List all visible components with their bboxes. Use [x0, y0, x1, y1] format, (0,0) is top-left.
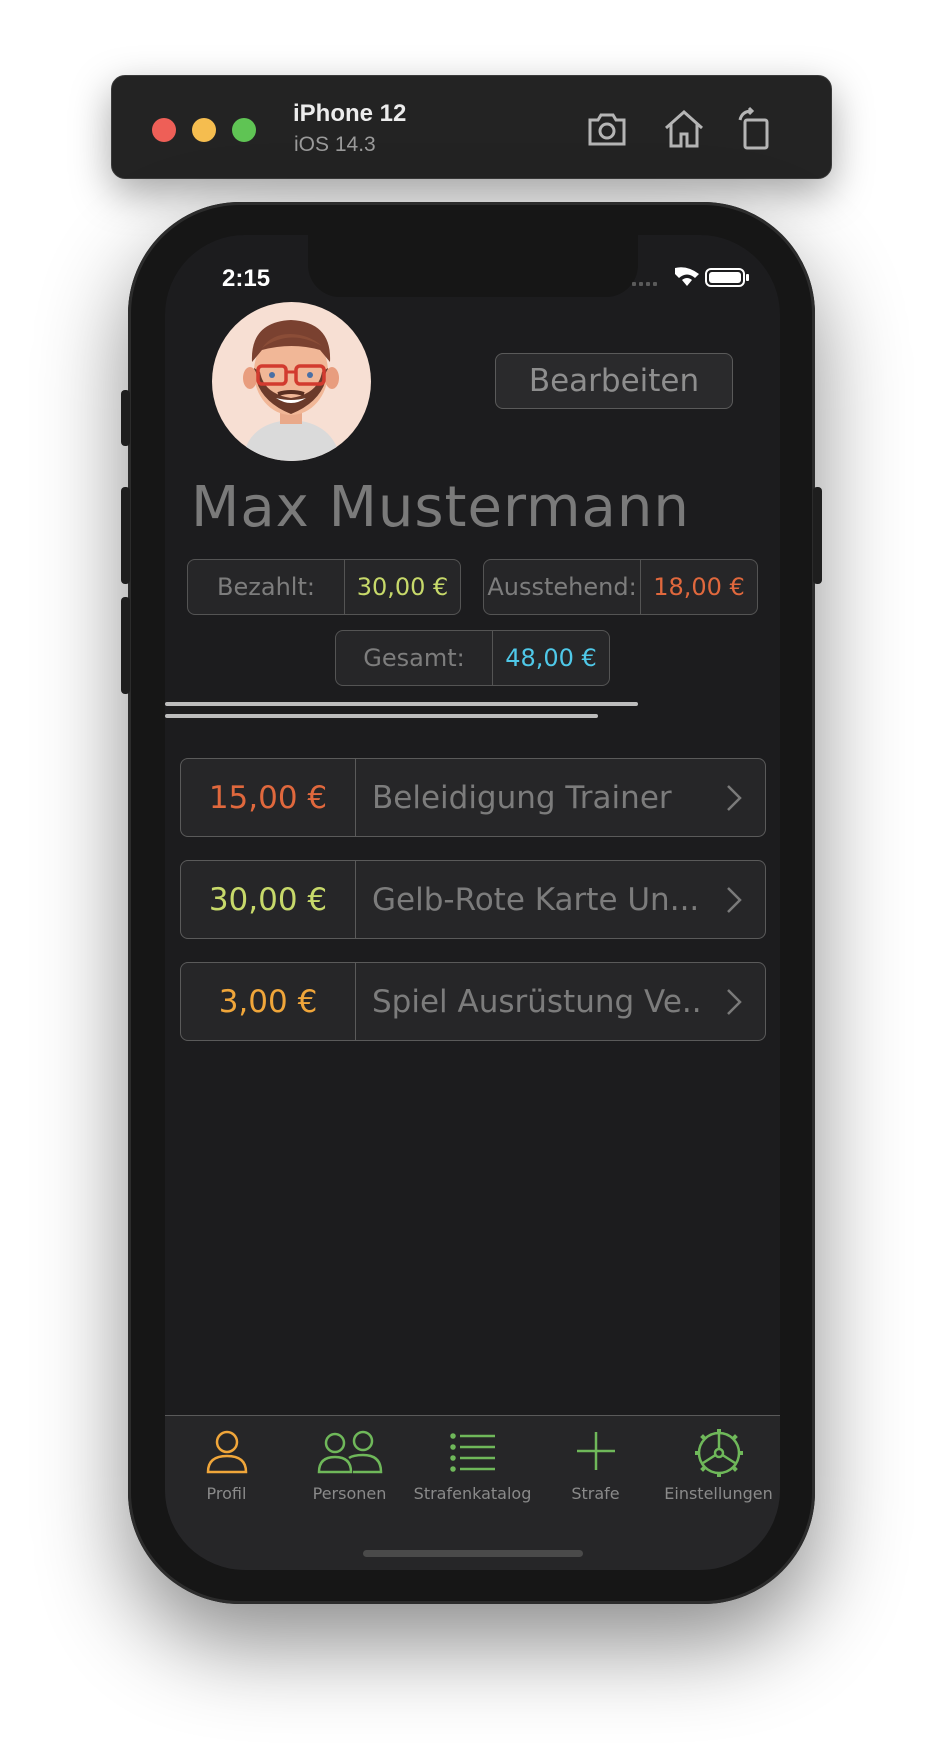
home-icon[interactable]	[661, 106, 707, 152]
tab-strafenkatalog[interactable]: Strafenkatalog	[411, 1428, 534, 1503]
paid-value: 30,00 €	[356, 573, 449, 601]
fine-reason: Spiel Ausrüstung Ve...	[372, 983, 703, 1020]
settings-icon	[694, 1429, 743, 1477]
tab-profil[interactable]: Profil	[165, 1428, 288, 1503]
volume-down-button	[121, 597, 130, 694]
simulator-toolbar: iPhone 12 iOS 14.3	[111, 75, 832, 179]
chevron-right-icon	[703, 861, 765, 938]
battery-icon	[705, 268, 749, 287]
outstanding-label: Ausstehend:	[484, 560, 641, 614]
tab-strafe[interactable]: Strafe	[534, 1428, 657, 1503]
zoom-window-button[interactable]	[232, 118, 256, 142]
outstanding-amount-box: Ausstehend: 18,00 €	[483, 559, 758, 615]
fine-reason: Gelb-Rote Karte Un...	[372, 881, 700, 918]
app-screen: 2:15 Bearbeiten Max Mustermann Bezahlt: …	[165, 235, 780, 1570]
edit-button[interactable]: Bearbeiten	[495, 353, 733, 409]
fine-reason: Beleidigung Trainer	[372, 779, 672, 816]
plus-icon	[576, 1432, 615, 1470]
home-indicator	[363, 1550, 583, 1557]
tab-label: Profil	[206, 1484, 247, 1503]
fine-amount: 15,00 €	[181, 759, 356, 836]
tab-bar: Profil Personen Strafenkatalog Strafe Ei…	[165, 1415, 780, 1570]
close-window-button[interactable]	[152, 118, 176, 142]
power-button	[813, 487, 822, 584]
status-time: 2:15	[222, 265, 271, 292]
avatar[interactable]	[212, 302, 371, 461]
fine-row[interactable]: 30,00 € Gelb-Rote Karte Un...	[180, 860, 766, 939]
paid-amount-box: Bezahlt: 30,00 €	[187, 559, 461, 615]
total-value: 48,00 €	[505, 644, 597, 672]
tab-label: Strafenkatalog	[413, 1484, 532, 1503]
tab-label: Strafe	[571, 1484, 620, 1503]
fine-row[interactable]: 15,00 € Beleidigung Trainer	[180, 758, 766, 837]
simulator-os-version: iOS 14.3	[294, 133, 376, 156]
tab-personen[interactable]: Personen	[288, 1428, 411, 1503]
person-name: Max Mustermann	[191, 475, 690, 540]
volume-up-button	[121, 487, 130, 584]
notch	[308, 235, 638, 297]
tab-label: Personen	[312, 1484, 387, 1503]
fine-amount: 30,00 €	[181, 861, 356, 938]
chevron-right-icon	[703, 759, 765, 836]
simulator-device-name: iPhone 12	[293, 100, 407, 127]
tab-einstellungen[interactable]: Einstellungen	[657, 1428, 780, 1503]
rotate-icon[interactable]	[732, 106, 778, 152]
mute-switch	[121, 390, 130, 446]
tab-label: Einstellungen	[664, 1484, 773, 1503]
wifi-icon	[675, 267, 699, 286]
header-divider-bottom	[165, 714, 598, 718]
total-amount-box: Gesamt: 48,00 €	[335, 630, 610, 686]
fine-row[interactable]: 3,00 € Spiel Ausrüstung Ve...	[180, 962, 766, 1041]
header-divider-top	[165, 702, 638, 706]
signal-icon	[632, 282, 657, 286]
list-icon	[449, 1433, 495, 1472]
fine-amount: 3,00 €	[181, 963, 356, 1040]
paid-label: Bezahlt:	[188, 560, 345, 614]
outstanding-value: 18,00 €	[653, 573, 745, 601]
status-icons	[632, 266, 750, 288]
screenshot-icon[interactable]	[584, 106, 630, 152]
person-icon	[206, 1430, 247, 1474]
people-icon	[317, 1430, 382, 1474]
chevron-right-icon	[703, 963, 765, 1040]
total-label: Gesamt:	[336, 631, 493, 685]
minimize-window-button[interactable]	[192, 118, 216, 142]
